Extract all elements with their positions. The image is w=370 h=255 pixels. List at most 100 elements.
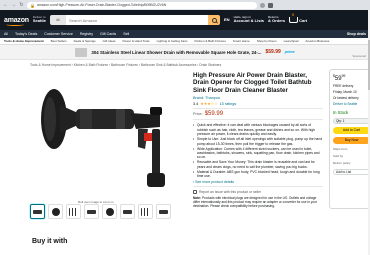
star-rating-icon[interactable]: ★★★☆☆ <box>200 101 218 106</box>
cart-count: 0 <box>292 13 295 17</box>
delivery-info: FREE delivery <box>333 84 354 88</box>
divider <box>193 185 323 187</box>
buy-box: $5999 FREE delivery Friday, March 10 Or … <box>329 69 370 209</box>
thumbnail-3[interactable] <box>66 204 81 219</box>
product-title: High Pressure Air Power Drain Blaster, D… <box>193 72 312 94</box>
cat-item-deals[interactable]: Deals & Savings <box>74 39 96 43</box>
address-bar[interactable]: 🔒 amazon.com/High-Pressure-Air-Power-Dra… <box>27 1 257 9</box>
buybox-price: $5999 <box>333 74 370 82</box>
subnav-item-gift-cards[interactable]: Gift Cards <box>100 32 116 36</box>
delivery-date: Friday, March 10 <box>333 90 357 95</box>
deliver-location: Seattle <box>32 18 46 24</box>
product-details: High Pressure Air Power Drain Blaster, D… <box>193 72 323 208</box>
forward-icon[interactable]: → <box>11 0 16 10</box>
search-category-select[interactable]: All <box>50 15 66 25</box>
sub-navigation: All Today's Deals Customer Service Regis… <box>0 30 370 38</box>
brand-link[interactable]: Brand: Thanyou <box>193 96 323 100</box>
subnav-item-all[interactable]: All <box>4 32 8 36</box>
thumbnail-2[interactable] <box>48 204 63 219</box>
extension-icon[interactable] <box>260 2 265 8</box>
thumbnail-image <box>141 207 150 216</box>
divider <box>193 108 323 110</box>
language-label: EN <box>224 16 230 22</box>
add-to-list-button[interactable]: Add to List <box>333 169 370 176</box>
lock-icon: 🔒 <box>30 2 35 8</box>
back-icon[interactable]: ← <box>3 0 8 10</box>
language-selector[interactable]: EN <box>224 16 230 22</box>
cat-item-business[interactable]: Amazon Business <box>305 39 329 43</box>
product-main-image[interactable] <box>20 69 190 204</box>
cat-item-shop-by-room[interactable]: Shop by Room <box>257 39 277 43</box>
orders-label: & Orders <box>268 18 286 24</box>
cat-item-best-sellers[interactable]: Best Sellers <box>51 39 67 43</box>
feature-bullet: Material & Durable: ABS gun body, PVC bl… <box>193 170 323 179</box>
subnav-item-sell[interactable]: Sell <box>123 32 129 36</box>
orders-link[interactable]: Returns & Orders <box>268 16 285 23</box>
deliver-to[interactable]: Deliver to Seattle <box>33 16 46 23</box>
browser-toolbar: ← → ↻ 🔒 amazon.com/High-Pressure-Air-Pow… <box>0 0 370 10</box>
subnav-promo[interactable]: Shop deals <box>347 32 366 36</box>
ratings-count-link[interactable]: 15 ratings <box>220 102 237 106</box>
return-policy[interactable]: Return policy <box>333 161 370 165</box>
search-button[interactable] <box>208 15 220 25</box>
breadcrumb[interactable]: Tools & Home Improvement › Kitchen & Bat… <box>30 63 221 67</box>
subnav-item-registry[interactable]: Registry <box>80 32 93 36</box>
price-row: Price: $59.99 <box>193 111 323 117</box>
banner-price: $59.99 <box>265 49 281 55</box>
rating-value: 3.4 <box>193 101 199 106</box>
sold-by: Sold by <box>333 153 344 158</box>
category-navigation: Tools & Home Improvement Best Sellers De… <box>0 38 370 45</box>
thumbnail-1[interactable] <box>30 204 45 219</box>
search-bar: All <box>50 15 220 25</box>
cat-item-lighting[interactable]: Lighting & Ceiling Fans <box>157 39 188 43</box>
cat-item-tools[interactable]: Tools & Home Improvement <box>4 39 44 43</box>
feature-bullets: Quick and effective: it can deal with va… <box>193 123 323 178</box>
subnav-item-deals[interactable]: Today's Deals <box>15 32 37 36</box>
price-whole: 59 <box>334 76 342 82</box>
feature-bullet: Simple to Use: Just block off all inlet … <box>193 137 323 146</box>
electrical-note: Note: Products with electrical plugs are… <box>193 196 323 208</box>
subnav-item-customer-service[interactable]: Customer Service <box>44 32 73 36</box>
logo-smile-icon <box>6 23 24 26</box>
thumbnail-image <box>159 209 168 214</box>
thumbnail-image <box>123 209 132 214</box>
cat-item-gift-ideas[interactable]: Gift Ideas <box>103 39 116 43</box>
drain-blaster-image <box>41 89 165 187</box>
report-text: Report an issue with this product or sel… <box>199 189 262 194</box>
divider <box>193 119 323 121</box>
quantity-select[interactable]: Qty: 1 <box>333 117 370 124</box>
cat-item-launchpad[interactable]: Launchpad <box>284 39 299 43</box>
sponsored-banner[interactable]: 304 Stainless Steel Linear Shower Drain … <box>0 45 370 60</box>
price-label: Price: <box>193 112 203 117</box>
feature-bullet: Wide Application: Comes with 4 different… <box>193 147 323 160</box>
search-icon <box>211 17 217 23</box>
report-issue-link[interactable]: Report an issue with this product or sel… <box>193 189 323 194</box>
cat-item-power-tools[interactable]: Power & Hand Tools <box>123 39 150 43</box>
buy-it-with-heading: Buy it with <box>32 238 68 245</box>
deliver-to-link[interactable]: Deliver to Seattle <box>333 102 370 106</box>
cat-item-kitchen-bath[interactable]: Kitchen & Bath Fixtures <box>195 39 226 43</box>
price-fraction: 99 <box>341 74 346 78</box>
thumbnail-image <box>105 207 114 216</box>
reload-icon[interactable]: ↻ <box>19 0 24 10</box>
thumbnail-4[interactable] <box>84 204 99 219</box>
address-text: amazon.com/High-Pressure-Air-Power-Drain… <box>36 3 167 7</box>
cart-label: Cart <box>299 18 308 23</box>
buy-now-button[interactable]: Buy Now <box>333 136 370 144</box>
note-text: Products with electrical plugs are desig… <box>193 195 317 208</box>
prime-badge: prime <box>284 50 295 54</box>
see-more-details-link[interactable]: › See more product details <box>193 180 323 184</box>
search-input[interactable] <box>66 15 208 25</box>
amazon-logo[interactable]: amazon <box>4 17 29 26</box>
thumbnail-8[interactable] <box>156 204 171 219</box>
banner-product-image <box>75 47 88 57</box>
thumbnail-6[interactable] <box>120 204 135 219</box>
fastest-delivery: Or fastest delivery <box>333 96 359 101</box>
add-to-cart-button[interactable]: Add to Cart <box>333 126 370 134</box>
thumbnail-5[interactable] <box>102 204 117 219</box>
cart-button[interactable]: 0 Cart <box>289 13 308 23</box>
profile-icon[interactable] <box>268 2 273 8</box>
account-menu[interactable]: Hello, sign in Account & Lists <box>234 16 264 23</box>
thumbnail-7[interactable] <box>138 204 153 219</box>
cat-item-smart-home[interactable]: Smart Home <box>233 39 250 43</box>
